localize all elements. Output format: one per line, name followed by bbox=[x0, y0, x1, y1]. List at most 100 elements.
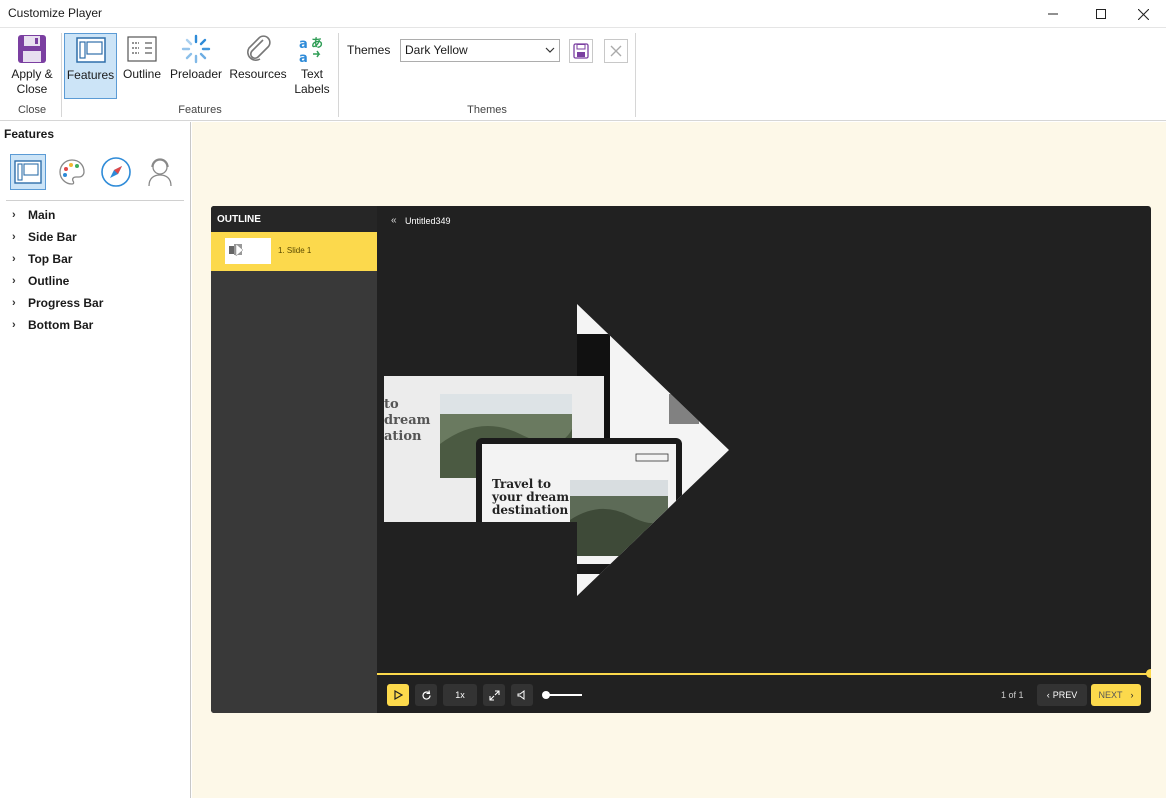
collapse-outline-button[interactable]: « bbox=[391, 215, 397, 226]
tree-item-label: Outline bbox=[28, 274, 70, 288]
chevron-left-icon: ‹ bbox=[1046, 690, 1050, 700]
features-panel: Features › Main › Side Bar › Top Bar › O… bbox=[0, 122, 191, 798]
maximize-icon bbox=[1096, 9, 1106, 19]
svg-text:a: a bbox=[299, 37, 308, 52]
svg-text:dream: dream bbox=[384, 413, 431, 428]
chevron-right-icon: › bbox=[12, 209, 16, 221]
compass-icon bbox=[101, 157, 131, 187]
volume-button[interactable] bbox=[511, 684, 533, 706]
outline-slide-item[interactable]: 1. Slide 1 bbox=[211, 232, 377, 271]
category-icons bbox=[8, 154, 188, 194]
apply-close-label-2: Close bbox=[16, 82, 48, 96]
customize-player-window: Customize Player Apply & Close Close Fea… bbox=[0, 0, 1166, 798]
apply-close-label-1: Apply & bbox=[11, 67, 53, 81]
save-icon bbox=[573, 43, 589, 59]
outline-header: OUTLINE bbox=[211, 206, 377, 232]
replay-icon bbox=[421, 689, 431, 700]
svg-text:あ: あ bbox=[311, 36, 323, 50]
resources-button[interactable]: Resources bbox=[229, 33, 287, 99]
svg-text:ation: ation bbox=[384, 429, 422, 444]
playback-speed-button[interactable]: 1x bbox=[443, 684, 477, 706]
themes-label: Themes bbox=[347, 43, 391, 57]
ribbon-separator bbox=[635, 33, 636, 117]
slide-title: Untitled349 bbox=[405, 216, 451, 226]
preloader-button[interactable]: Preloader bbox=[169, 33, 223, 99]
progress-handle[interactable] bbox=[1146, 669, 1151, 678]
tree-item-label: Bottom Bar bbox=[28, 318, 94, 332]
layout-icon bbox=[14, 160, 42, 184]
close-button[interactable] bbox=[1120, 0, 1166, 28]
slide-image: Travel to your dream destination to drea… bbox=[384, 304, 729, 596]
chevron-right-icon: › bbox=[12, 253, 16, 265]
volume-handle[interactable] bbox=[542, 691, 550, 699]
fullscreen-button[interactable] bbox=[483, 684, 505, 706]
minimize-icon bbox=[1048, 13, 1058, 15]
next-button[interactable]: NEXT › bbox=[1091, 684, 1141, 706]
ribbon: Apply & Close Close Features Outline Pre… bbox=[0, 29, 1166, 121]
tree-item-outline[interactable]: › Outline bbox=[12, 270, 103, 292]
chevron-down-icon bbox=[545, 44, 555, 58]
panel-divider bbox=[6, 200, 184, 201]
svg-text:destination: destination bbox=[492, 503, 568, 517]
chevron-right-icon: › bbox=[12, 275, 16, 287]
tree-item-label: Progress Bar bbox=[28, 296, 104, 310]
text-labels-label-1: Text bbox=[300, 67, 323, 81]
text-labels-button[interactable]: a あ a Text Labels bbox=[291, 33, 333, 99]
title-bar: Customize Player bbox=[0, 0, 1166, 28]
tree-item-label: Top Bar bbox=[28, 252, 73, 266]
volume-slider[interactable] bbox=[546, 694, 582, 696]
user-headset-icon bbox=[148, 158, 172, 187]
features-button[interactable]: Features bbox=[64, 33, 117, 99]
tree-item-main[interactable]: › Main bbox=[12, 204, 103, 226]
volume-icon bbox=[517, 690, 525, 700]
player-preview: OUTLINE 1. Slide 1 « Untitled349 Travel … bbox=[211, 206, 1151, 713]
paperclip-icon bbox=[242, 33, 274, 65]
replay-button[interactable] bbox=[415, 684, 437, 706]
translate-icon: a あ a bbox=[296, 33, 328, 65]
close-icon bbox=[610, 45, 622, 57]
tree-item-bottom-bar[interactable]: › Bottom Bar bbox=[12, 314, 103, 336]
save-theme-button[interactable] bbox=[569, 39, 593, 63]
progress-bar[interactable] bbox=[377, 673, 1151, 675]
tree-item-top-bar[interactable]: › Top Bar bbox=[12, 248, 103, 270]
slide-thumbnail bbox=[225, 238, 271, 264]
colors-category-button[interactable] bbox=[54, 154, 90, 190]
chevron-right-icon: › bbox=[12, 231, 16, 243]
delete-theme-button[interactable] bbox=[604, 39, 628, 63]
themes-selected-value: Dark Yellow bbox=[405, 43, 468, 57]
presenter-category-button[interactable] bbox=[142, 154, 178, 190]
play-button[interactable] bbox=[387, 684, 409, 706]
svg-text:a: a bbox=[299, 51, 308, 64]
palette-icon bbox=[59, 159, 85, 185]
resources-label: Resources bbox=[229, 67, 287, 81]
tree-item-side-bar[interactable]: › Side Bar bbox=[12, 226, 103, 248]
group-label-close: Close bbox=[17, 104, 47, 116]
outline-label: Outline bbox=[122, 67, 162, 81]
layout-category-button[interactable] bbox=[10, 154, 46, 190]
group-label-features: Features bbox=[178, 104, 222, 116]
floppy-disk-icon bbox=[16, 33, 48, 65]
tree-item-label: Side Bar bbox=[28, 230, 77, 244]
prev-button[interactable]: ‹ PREV bbox=[1037, 684, 1087, 706]
prev-label: PREV bbox=[1052, 690, 1078, 700]
maximize-button[interactable] bbox=[1078, 0, 1124, 28]
chevron-right-icon: › bbox=[12, 319, 16, 331]
spinner-icon bbox=[180, 33, 212, 65]
chevron-right-icon: › bbox=[1130, 690, 1134, 700]
player-top-bar: « Untitled349 bbox=[377, 206, 1151, 236]
outline-item-label: 1. Slide 1 bbox=[278, 246, 312, 255]
features-icon bbox=[75, 34, 107, 66]
fullscreen-icon bbox=[488, 689, 500, 701]
outline-icon bbox=[126, 33, 158, 65]
outline-sidebar: OUTLINE 1. Slide 1 bbox=[211, 206, 377, 713]
svg-text:to: to bbox=[384, 397, 399, 412]
tree-item-progress-bar[interactable]: › Progress Bar bbox=[12, 292, 103, 314]
close-icon bbox=[1137, 8, 1149, 20]
outline-button[interactable]: Outline bbox=[119, 33, 165, 99]
navigation-category-button[interactable] bbox=[98, 154, 134, 190]
group-label-themes: Themes bbox=[467, 104, 507, 116]
apply-close-button[interactable]: Apply & Close bbox=[6, 33, 58, 99]
features-label: Features bbox=[66, 68, 115, 82]
themes-dropdown[interactable]: Dark Yellow bbox=[400, 39, 560, 62]
minimize-button[interactable] bbox=[1030, 0, 1076, 28]
